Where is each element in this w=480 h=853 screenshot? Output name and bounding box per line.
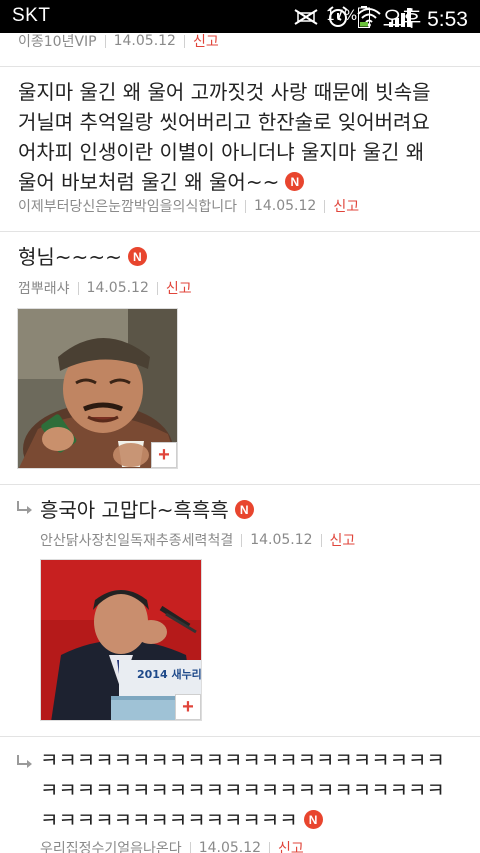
battery-percent: 17%	[326, 8, 358, 24]
meta-separator	[244, 199, 246, 213]
meta-separator	[104, 34, 106, 48]
meta-separator	[269, 841, 271, 853]
new-badge: N	[234, 500, 254, 519]
reply-arrow-icon	[16, 754, 34, 768]
report-button[interactable]: 신고	[193, 31, 219, 51]
comment-body: ㅋㅋㅋㅋㅋㅋㅋㅋㅋㅋㅋㅋㅋㅋㅋㅋㅋㅋㅋㅋㅋㅋ ㅋㅋㅋㅋㅋㅋㅋㅋㅋㅋㅋㅋㅋㅋㅋㅋㅋ…	[40, 745, 475, 835]
meta-separator	[189, 841, 191, 853]
report-button[interactable]: 신고	[278, 838, 304, 853]
comment-author[interactable]: 안산닭사장친일독재추종세력척결	[40, 530, 233, 550]
report-button[interactable]: 신고	[166, 278, 192, 298]
comment-line: 형님~~~~	[18, 245, 122, 269]
report-button[interactable]: 신고	[330, 530, 356, 550]
comment-line: 거닐며 추억일랑 씻어버리고 한잔술로 잊어버려요	[18, 110, 430, 134]
comment-divider	[0, 231, 480, 232]
comment-line: 울어 바보처럼 울긴 왜 울어~~	[18, 170, 280, 194]
battery-icon	[358, 6, 370, 28]
meta-separator	[77, 281, 79, 295]
comment-line: ㅋㅋㅋㅋㅋㅋㅋㅋㅋㅋㅋㅋㅋㅋ	[40, 808, 298, 832]
clock: 오후 5:53	[382, 8, 468, 31]
comment-body: 흥국아 고맙다~흑흑흑 N	[40, 495, 254, 525]
comment-date: 14.05.12	[253, 198, 317, 214]
meta-separator	[324, 199, 326, 213]
new-badge: N	[127, 247, 147, 266]
expand-image-button[interactable]: +	[151, 442, 177, 468]
attached-image[interactable]: +	[17, 308, 178, 469]
meta-separator	[241, 533, 243, 547]
comment-line: ㅋㅋㅋㅋㅋㅋㅋㅋㅋㅋㅋㅋㅋㅋㅋㅋㅋㅋㅋㅋㅋㅋ	[40, 748, 445, 772]
comment-meta: 안산닭사장친일독재추종세력척결 14.05.12 신고	[40, 530, 355, 550]
mute-icon	[292, 6, 320, 28]
comment-divider	[0, 484, 480, 485]
comment-meta: 껌뿌래샤 14.05.12 신고	[18, 278, 192, 298]
comment-author[interactable]: 이제부터당신은눈깜박임을의식합니다	[18, 196, 237, 216]
podium-sign-text: 2014 새누리당	[137, 668, 202, 681]
comment-meta: 이제부터당신은눈깜박임을의식합니다 14.05.12 신고	[18, 196, 359, 216]
comment-date: 14.05.12	[198, 840, 262, 853]
comment-date: 14.05.12	[86, 280, 149, 296]
attached-image[interactable]: 2014 새누리당 +	[40, 559, 202, 721]
comment-meta: 이종10년VIP 14.05.12 신고	[18, 31, 219, 51]
carrier-label: SKT	[12, 5, 51, 26]
comment-author[interactable]: 우리집정수기얼음나온다	[40, 838, 182, 853]
status-bar: SKT 17% 오후 5:53	[0, 0, 480, 33]
comment-line: 어차피 인생이란 이별이 아니더냐 울지마 울긴 왜	[18, 140, 425, 164]
comment-divider	[0, 66, 480, 67]
comment-body: 울지마 울긴 왜 울어 고까짓것 사랑 때문에 빗속을 거닐며 추억일랑 씻어버…	[18, 77, 473, 197]
comment-line: 흥국아 고맙다~흑흑흑	[40, 498, 229, 522]
new-badge: N	[303, 810, 323, 829]
new-badge: N	[285, 172, 305, 191]
meta-separator	[320, 533, 322, 547]
comment-author[interactable]: 껌뿌래샤	[18, 278, 70, 298]
reply-arrow-icon	[16, 500, 34, 514]
comment-author[interactable]: 이종10년VIP	[18, 31, 97, 51]
meta-separator	[183, 34, 185, 48]
meta-separator	[156, 281, 158, 295]
comment-line: ㅋㅋㅋㅋㅋㅋㅋㅋㅋㅋㅋㅋㅋㅋㅋㅋㅋㅋㅋㅋㅋㅋ	[40, 778, 445, 802]
report-button[interactable]: 신고	[333, 196, 359, 216]
comment-meta: 우리집정수기얼음나온다 14.05.12 신고	[40, 838, 304, 853]
comment-date: 14.05.12	[250, 532, 313, 548]
comment-divider	[0, 736, 480, 737]
comment-date: 14.05.12	[113, 33, 176, 49]
comment-line: 울지마 울긴 왜 울어 고까짓것 사랑 때문에 빗속을	[18, 80, 431, 104]
comment-body: 형님~~~~ N	[18, 242, 147, 272]
expand-image-button[interactable]: +	[175, 694, 201, 720]
